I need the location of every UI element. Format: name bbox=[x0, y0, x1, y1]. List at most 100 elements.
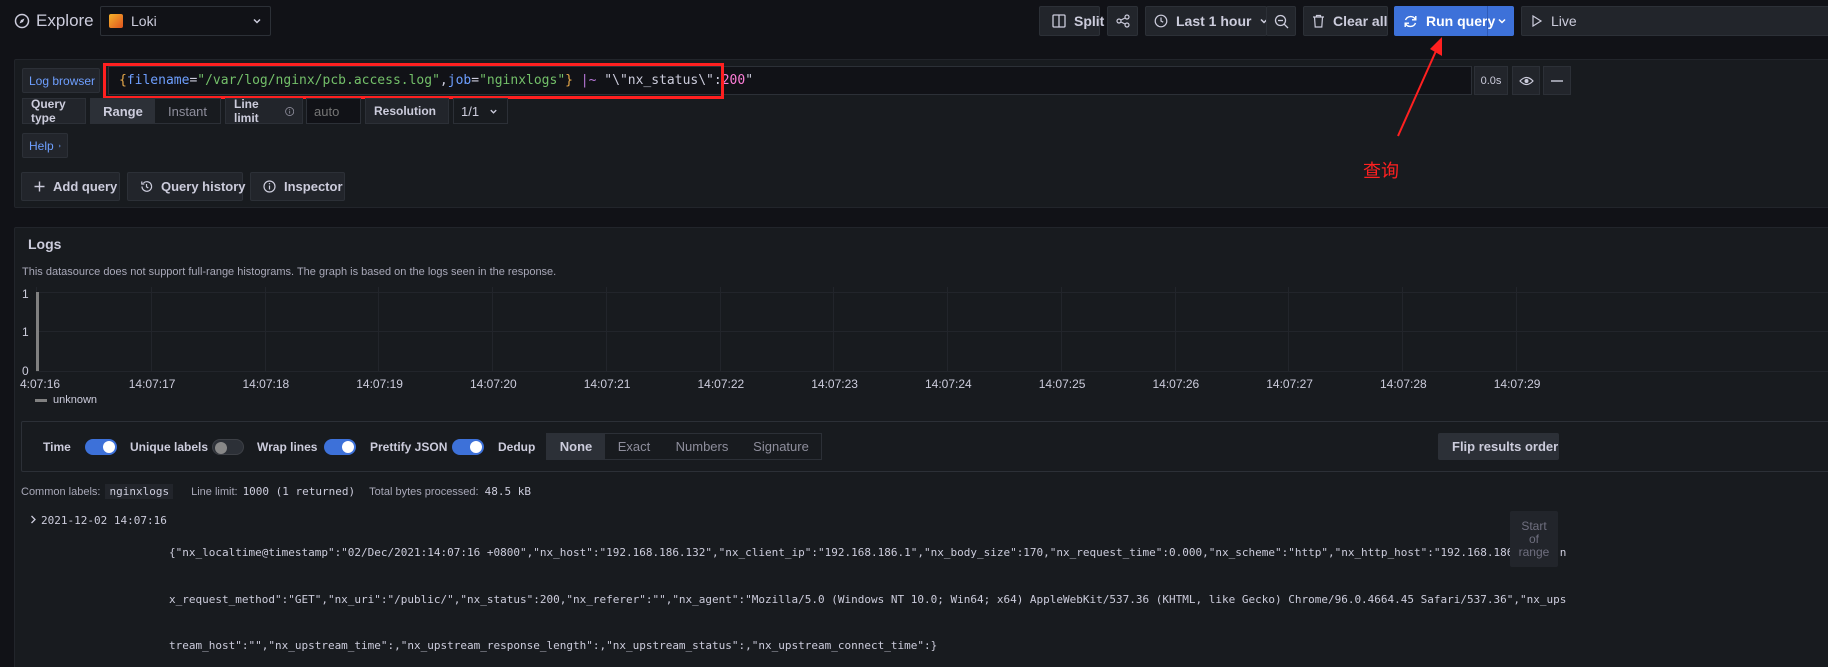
resolution-select[interactable]: 1/1 bbox=[453, 98, 508, 124]
query-history-button[interactable]: Query history bbox=[127, 172, 246, 201]
x-tick: 14:07:24 bbox=[925, 377, 972, 391]
clear-all-button[interactable]: Clear all bbox=[1303, 6, 1388, 36]
clock-icon bbox=[1154, 14, 1168, 28]
y-tick: 1 bbox=[22, 325, 29, 339]
x-tick: 14:07:27 bbox=[1266, 377, 1313, 391]
x-tick: 14:07:25 bbox=[1038, 377, 1086, 391]
x-tick: 14:07:18 bbox=[242, 377, 290, 391]
x-tick: 14:07:20 bbox=[470, 377, 517, 391]
start-of-range-button[interactable]: Start of range bbox=[1510, 511, 1558, 567]
query-string-end: " bbox=[745, 73, 754, 88]
zoom-out-button[interactable] bbox=[1266, 6, 1296, 36]
run-query-label: Run query bbox=[1426, 13, 1496, 29]
loki-logo-icon bbox=[109, 14, 123, 28]
query-type-label: Query type bbox=[22, 97, 86, 125]
live-button[interactable]: Live bbox=[1521, 6, 1828, 36]
grid-line bbox=[378, 287, 380, 372]
grid-line bbox=[36, 331, 1828, 332]
time-toggle[interactable] bbox=[85, 439, 117, 455]
dedup-exact-label: Exact bbox=[617, 439, 651, 454]
trash-icon bbox=[1313, 14, 1324, 28]
line-limit-meta-label: Line limit: bbox=[191, 485, 238, 498]
line-limit-label: Line limit bbox=[225, 97, 303, 125]
log-row[interactable]: 2021-12-02 14:07:16 {"nx_localtime@times… bbox=[22, 511, 1566, 652]
resolution-label: Resolution bbox=[365, 98, 449, 124]
dedup-radio: None Exact Numbers Signature bbox=[546, 433, 822, 460]
live-label: Live bbox=[1551, 13, 1577, 29]
add-query-label: Add query bbox=[53, 179, 118, 194]
annotation-arrow bbox=[1397, 37, 1442, 137]
log-line: {"nx_localtime@timestamp":"02/Dec/2021:1… bbox=[169, 514, 1567, 667]
clear-all-label: Clear all bbox=[1333, 13, 1388, 29]
split-button[interactable]: Split bbox=[1039, 6, 1104, 36]
grid-line bbox=[1174, 287, 1176, 372]
dedup-exact[interactable]: Exact bbox=[605, 434, 663, 459]
x-tick: 14:07:17 bbox=[128, 377, 176, 391]
dedup-none-label: None bbox=[559, 439, 593, 454]
grid-line bbox=[1060, 287, 1062, 372]
resolution-text: Resolution bbox=[374, 104, 436, 118]
plus-icon bbox=[34, 181, 45, 192]
grid-line bbox=[150, 287, 152, 372]
wrap-lines-option-label: Wrap lines bbox=[257, 440, 318, 454]
chevron-down-icon bbox=[1497, 18, 1506, 24]
logs-meta-row: Common labels: nginxlogs Line limit: 100… bbox=[21, 484, 531, 499]
play-icon bbox=[1532, 15, 1543, 27]
x-tick: 14:07:28 bbox=[1380, 377, 1427, 391]
inspector-button[interactable]: Inspector bbox=[250, 172, 345, 201]
datasource-picker[interactable]: Loki bbox=[100, 6, 271, 36]
dedup-numbers[interactable]: Numbers bbox=[663, 434, 741, 459]
log-line-part: {"nx_localtime@timestamp":"02/Dec/2021:1… bbox=[169, 546, 1567, 559]
info-circle-icon bbox=[263, 180, 276, 193]
query-type-text: Query type bbox=[31, 97, 66, 125]
time-option-label: Time bbox=[43, 440, 71, 454]
grid-line bbox=[264, 287, 266, 372]
log-browser-button[interactable]: Log browser bbox=[22, 68, 100, 93]
histogram-legend[interactable]: unknown bbox=[35, 394, 97, 406]
histogram-bar[interactable] bbox=[36, 292, 39, 371]
help-button[interactable]: Help bbox=[22, 133, 68, 158]
log-line-part: tream_host":"","nx_upstream_time":,"nx_u… bbox=[169, 639, 938, 652]
wrap-lines-toggle[interactable] bbox=[324, 439, 356, 455]
share-icon bbox=[1116, 14, 1130, 28]
prettify-json-toggle[interactable] bbox=[452, 439, 484, 455]
query-type-instant-label: Instant bbox=[167, 103, 208, 119]
log-browser-label: Log browser bbox=[29, 73, 96, 88]
query-type-range[interactable]: Range bbox=[91, 99, 155, 123]
zoom-out-icon bbox=[1274, 14, 1289, 28]
line-limit-input[interactable] bbox=[306, 98, 361, 124]
line-limit-meta-value: 1000 (1 returned) bbox=[242, 485, 356, 498]
x-tick: 14:07:29 bbox=[1493, 377, 1541, 391]
dedup-none[interactable]: None bbox=[547, 434, 605, 459]
time-range-label: Last 1 hour bbox=[1176, 13, 1252, 29]
split-label: Split bbox=[1074, 13, 1105, 29]
y-tick: 1 bbox=[22, 287, 29, 301]
dedup-signature[interactable]: Signature bbox=[741, 434, 821, 459]
grid-line bbox=[492, 287, 493, 372]
y-tick: 0 bbox=[22, 364, 29, 378]
add-query-button[interactable]: Add query bbox=[21, 172, 120, 201]
grid-line bbox=[36, 292, 1828, 293]
datasource-name: Loki bbox=[131, 13, 157, 29]
remove-query-button[interactable] bbox=[1543, 66, 1571, 95]
histogram-notice: This datasource does not support full-ra… bbox=[22, 266, 557, 278]
legend-label: unknown bbox=[53, 394, 98, 406]
query-type-instant[interactable]: Instant bbox=[155, 99, 220, 123]
run-query-dropdown[interactable] bbox=[1487, 6, 1515, 36]
toggle-knob bbox=[103, 441, 115, 453]
unique-labels-option-label: Unique labels bbox=[130, 440, 209, 454]
grid-line bbox=[719, 287, 721, 372]
hide-query-button[interactable] bbox=[1512, 66, 1540, 95]
unique-labels-toggle[interactable] bbox=[212, 439, 244, 455]
flip-results-order-button[interactable]: Flip results order bbox=[1438, 433, 1559, 460]
x-tick: 14:07:22 bbox=[697, 377, 745, 391]
x-tick: 14:07:23 bbox=[811, 377, 858, 391]
grid-line bbox=[36, 371, 1828, 372]
x-tick: 14:07:26 bbox=[1152, 377, 1200, 391]
share-button[interactable] bbox=[1107, 6, 1138, 36]
bytes-processed-label: Total bytes processed: bbox=[369, 485, 479, 498]
chevron-right-icon bbox=[58, 144, 61, 147]
legend-swatch bbox=[35, 398, 47, 402]
chevron-right-icon[interactable] bbox=[30, 515, 37, 524]
time-range-picker[interactable]: Last 1 hour bbox=[1145, 6, 1268, 36]
